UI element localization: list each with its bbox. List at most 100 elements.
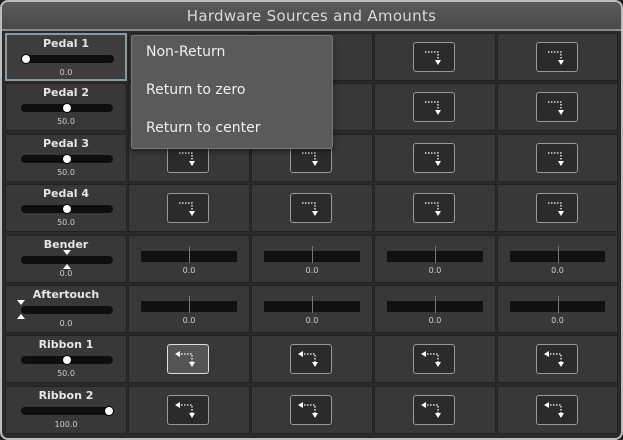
amount-bar[interactable] xyxy=(141,296,237,313)
amount-cell[interactable] xyxy=(251,184,373,232)
amount-cell[interactable]: 0.0 xyxy=(251,285,373,333)
amount-cell[interactable] xyxy=(374,184,496,232)
amount-center-mark xyxy=(189,296,190,313)
amount-cell[interactable] xyxy=(497,335,618,383)
return-mode-button[interactable] xyxy=(535,193,578,223)
amount-cell[interactable] xyxy=(497,83,618,131)
source-slider[interactable] xyxy=(21,205,113,213)
amount-cell[interactable]: 0.0 xyxy=(128,285,250,333)
return-mode-button[interactable] xyxy=(290,193,332,223)
return-mode-button[interactable] xyxy=(413,143,455,173)
amount-center-mark xyxy=(312,246,313,263)
return-mode-button[interactable] xyxy=(413,344,455,374)
amount-cell[interactable]: 0.0 xyxy=(497,285,618,333)
amount-bar[interactable] xyxy=(387,296,483,313)
amount-cell[interactable]: 0.0 xyxy=(374,235,496,283)
slider-marker-top xyxy=(17,300,25,305)
slider-knob[interactable] xyxy=(22,55,30,63)
return-mode-button[interactable] xyxy=(535,395,578,425)
amount-value: 0.0 xyxy=(428,266,442,275)
source-pedal-1[interactable]: Pedal 1 0.0 xyxy=(5,33,127,81)
slider-knob[interactable] xyxy=(63,205,71,213)
source-ribbon-1[interactable]: Ribbon 1 50.0 xyxy=(5,335,127,383)
amount-cell[interactable] xyxy=(128,335,250,383)
source-name: Pedal 1 xyxy=(42,37,90,50)
slider-knob[interactable] xyxy=(63,155,71,163)
return-mode-button[interactable] xyxy=(413,92,455,122)
return-mode-button[interactable] xyxy=(167,193,209,223)
slider-knob[interactable] xyxy=(63,104,71,112)
amount-center-mark xyxy=(189,246,190,263)
source-value: 0.0 xyxy=(59,68,73,77)
source-aftertouch[interactable]: Aftertouch 0.0 xyxy=(5,285,127,333)
amount-cell[interactable] xyxy=(374,33,496,81)
amount-cell[interactable] xyxy=(374,386,496,434)
amount-cell[interactable]: 0.0 xyxy=(497,235,618,283)
return-center-icon xyxy=(298,351,318,367)
return-mode-button[interactable] xyxy=(535,344,578,374)
amount-bar[interactable] xyxy=(387,246,483,263)
source-slider[interactable] xyxy=(21,155,113,163)
source-name: Pedal 2 xyxy=(42,86,90,99)
source-slider[interactable] xyxy=(22,55,114,63)
return-mode-button[interactable] xyxy=(290,344,332,374)
amount-cell[interactable] xyxy=(497,33,618,81)
source-slider[interactable] xyxy=(21,356,113,364)
source-slider[interactable] xyxy=(21,250,113,269)
amount-cell[interactable] xyxy=(374,335,496,383)
slider-knob[interactable] xyxy=(105,407,113,415)
amount-bar[interactable] xyxy=(510,296,605,313)
return-center-icon xyxy=(175,351,195,367)
source-pedal-2[interactable]: Pedal 2 50.0 xyxy=(5,83,127,131)
source-name: Pedal 4 xyxy=(42,187,90,200)
amount-cell[interactable] xyxy=(374,83,496,131)
amount-center-mark xyxy=(435,296,436,313)
amount-cell[interactable] xyxy=(497,184,618,232)
slider-knob[interactable] xyxy=(63,356,71,364)
source-value: 50.0 xyxy=(57,117,75,126)
source-ribbon-2[interactable]: Ribbon 2 100.0 xyxy=(5,386,127,434)
amount-cell[interactable] xyxy=(251,386,373,434)
amount-cell[interactable] xyxy=(251,335,373,383)
source-name: Ribbon 1 xyxy=(38,338,94,351)
return-mode-button[interactable] xyxy=(290,395,332,425)
menu-item-non-return[interactable]: Non-Return xyxy=(146,44,225,60)
amount-cell[interactable]: 0.0 xyxy=(374,285,496,333)
return-mode-button[interactable] xyxy=(167,395,209,425)
amount-cell[interactable] xyxy=(128,184,250,232)
menu-item-return-to-center[interactable]: Return to center xyxy=(146,120,260,136)
return-mode-button[interactable] xyxy=(535,42,578,72)
source-slider[interactable] xyxy=(17,300,113,319)
source-slider[interactable] xyxy=(21,104,113,112)
slider-marker-top xyxy=(63,250,71,255)
amount-cell[interactable]: 0.0 xyxy=(128,235,250,283)
return-mode-button[interactable] xyxy=(413,395,455,425)
source-pedal-3[interactable]: Pedal 3 50.0 xyxy=(5,134,127,182)
return-center-icon xyxy=(543,351,564,367)
return-mode-button[interactable] xyxy=(413,42,455,72)
return-mode-button[interactable] xyxy=(413,193,455,223)
amount-bar[interactable] xyxy=(141,246,237,263)
return-mode-button[interactable] xyxy=(535,143,578,173)
return-mode-button[interactable] xyxy=(535,92,578,122)
source-slider[interactable] xyxy=(21,407,113,415)
source-pedal-4[interactable]: Pedal 4 50.0 xyxy=(5,184,127,232)
source-bender[interactable]: Bender 0.0 xyxy=(5,235,127,283)
amount-cell[interactable]: 0.0 xyxy=(251,235,373,283)
return-icon xyxy=(425,51,441,65)
amount-bar[interactable] xyxy=(510,246,605,263)
amount-bar[interactable] xyxy=(264,246,360,263)
amount-cell[interactable] xyxy=(497,134,618,182)
return-mode-menu: Non-Return Return to zero Return to cent… xyxy=(131,35,333,149)
amount-cell[interactable] xyxy=(374,134,496,182)
amount-bar[interactable] xyxy=(264,296,360,313)
amount-cell[interactable] xyxy=(128,386,250,434)
menu-item-return-to-zero[interactable]: Return to zero xyxy=(146,82,245,98)
return-icon xyxy=(179,152,195,166)
return-mode-button[interactable] xyxy=(167,344,209,374)
amount-value: 0.0 xyxy=(305,266,319,275)
return-icon xyxy=(302,152,318,166)
amount-value: 0.0 xyxy=(428,316,442,325)
amount-cell[interactable] xyxy=(497,386,618,434)
amount-center-mark xyxy=(435,246,436,263)
